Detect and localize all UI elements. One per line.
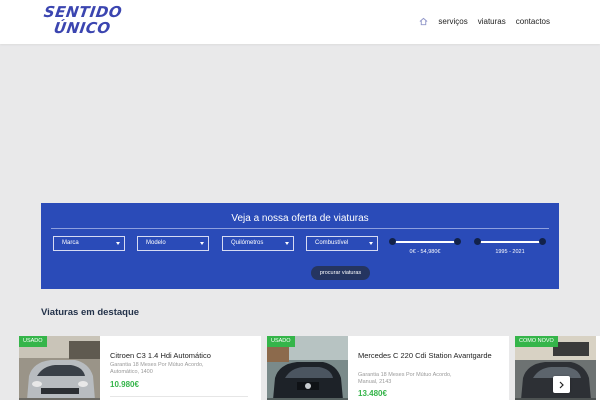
brand-select-label: Marca [62, 240, 79, 246]
year-range-label: 1995 - 2021 [495, 249, 525, 255]
price-min-handle[interactable] [389, 238, 396, 245]
brand-select[interactable]: Marca [53, 236, 125, 251]
site-logo[interactable]: SENTIDO ÚNICO [42, 3, 124, 38]
mileage-select[interactable]: Quilómetros [222, 236, 294, 251]
chevron-down-icon [285, 242, 289, 245]
vehicle-description: Garantia 18 Meses Por Mútuo Acordo, Auto… [110, 362, 204, 375]
vehicle-photo[interactable]: USADO [267, 336, 348, 400]
chevron-down-icon [116, 242, 120, 245]
vehicle-photo[interactable]: USADO [19, 336, 100, 400]
price-range-label: 0€ - 54,980€ [409, 249, 441, 255]
nav-contactos[interactable]: contactos [516, 17, 550, 26]
condition-badge: USADO [19, 336, 47, 347]
condition-badge: COMO NOVO [515, 336, 558, 347]
year-min-handle[interactable] [474, 238, 481, 245]
logo-line-1: SENTIDO [42, 3, 124, 21]
search-vehicles-button[interactable]: procurar viaturas [311, 266, 370, 280]
model-select-label: Modelo [146, 240, 166, 246]
home-icon[interactable] [418, 16, 428, 26]
nav-viaturas[interactable]: viaturas [478, 17, 506, 26]
fuel-select[interactable]: Combustível [306, 236, 378, 251]
condition-badge: USADO [267, 336, 295, 347]
vehicle-title[interactable]: Mercedes C 220 Cdi Station Avantgarde [358, 351, 503, 360]
logo-line-2: ÚNICO [52, 19, 112, 37]
vehicle-price: 10.980€ [110, 380, 139, 389]
carousel-next-button[interactable] [553, 376, 570, 393]
main-nav: serviços viaturas contactos [418, 16, 550, 26]
card-divider [110, 396, 248, 397]
vehicle-card[interactable]: USADO Mercedes C 220 Cdi Station Avantga… [267, 336, 509, 400]
site-header: SENTIDO ÚNICO serviços viaturas contacto… [0, 0, 600, 44]
vehicle-title[interactable]: Citroen C3 1.4 Hdi Automático [110, 351, 255, 360]
vehicle-price: 13.480€ [358, 389, 387, 398]
chevron-right-icon [559, 381, 564, 388]
year-max-handle[interactable] [539, 238, 546, 245]
vehicle-card[interactable]: USADO Citroen C3 1.4 Hdi Automático Gara… [19, 336, 261, 400]
vehicle-search-panel: Veja a nossa oferta de viaturas Marca Mo… [41, 203, 559, 289]
search-divider [51, 228, 549, 229]
fuel-select-label: Combustível [315, 240, 349, 246]
chevron-down-icon [369, 242, 373, 245]
year-range-slider[interactable] [474, 238, 546, 245]
featured-section-title: Viaturas em destaque [41, 307, 140, 318]
chevron-down-icon [200, 242, 204, 245]
model-select[interactable]: Modelo [137, 236, 209, 251]
search-title: Veja a nossa oferta de viaturas [231, 213, 369, 224]
vehicle-description: Garantia 18 Meses Por Mútuo Acordo, Manu… [358, 372, 452, 385]
mileage-select-label: Quilómetros [231, 240, 264, 246]
nav-servicos[interactable]: serviços [438, 17, 467, 26]
price-max-handle[interactable] [454, 238, 461, 245]
price-range-slider[interactable] [389, 238, 461, 245]
